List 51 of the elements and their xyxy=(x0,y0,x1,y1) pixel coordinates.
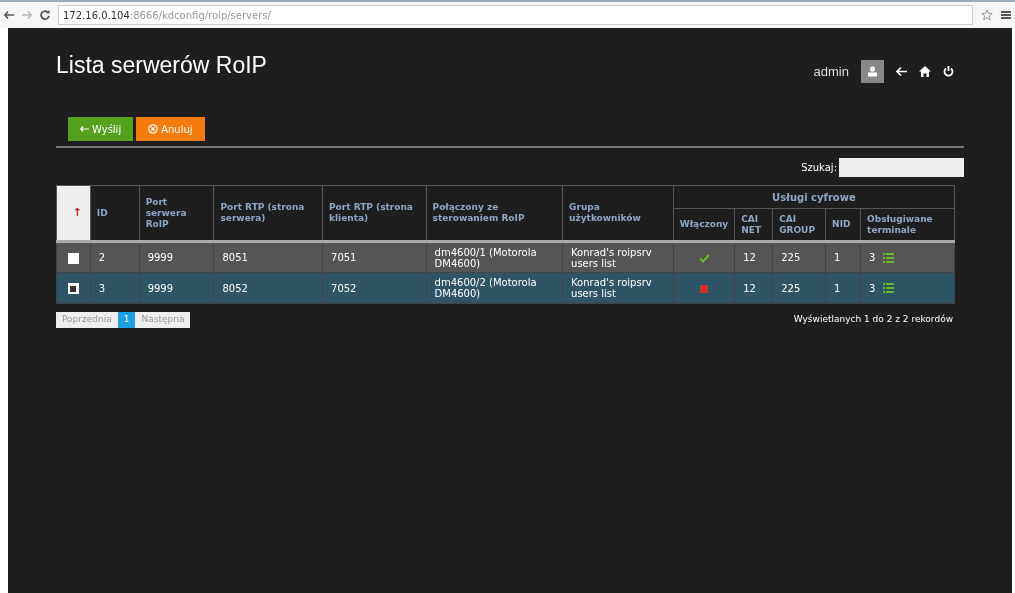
close-circle-icon xyxy=(148,124,159,134)
home-icon[interactable] xyxy=(919,66,931,77)
list-icon[interactable] xyxy=(883,283,895,293)
address-bar[interactable]: 172.16.0.104:8666/kdconfig/roip/servers/ xyxy=(58,5,973,25)
back-arrow-icon[interactable] xyxy=(896,67,907,76)
list-icon[interactable] xyxy=(883,252,895,263)
table-cell: 225 xyxy=(772,272,826,304)
reload-icon[interactable] xyxy=(40,10,50,20)
records-info: Wyświetlanych 1 do 2 z 2 rekordów xyxy=(793,313,953,327)
back-icon[interactable] xyxy=(4,11,14,19)
column-header[interactable]: Port RTP (strona serwera) xyxy=(213,185,323,242)
table-cell: 8052 xyxy=(213,272,323,304)
table-cell: 9999 xyxy=(139,272,214,304)
menu-icon[interactable] xyxy=(1001,10,1011,20)
table-row[interactable]: 3 9999 8052 7052 dm4600/2 (Motorola DM4600) Konrad's roipsrv users list 12 225 1 3 xyxy=(56,272,955,304)
table-cell: 225 xyxy=(772,241,826,273)
user-button[interactable] xyxy=(861,60,884,83)
table-cell: dm4600/2 (Motorola DM4600) xyxy=(426,272,563,304)
table-cell: 12 xyxy=(734,241,773,273)
table-cell: Konrad's roipsrv users list xyxy=(562,272,674,304)
table-cell: Konrad's roipsrv users list xyxy=(562,241,674,273)
table-cell: 8051 xyxy=(213,241,323,273)
table-cell: 9999 xyxy=(139,241,214,273)
row-checkbox[interactable] xyxy=(67,252,79,264)
power-icon[interactable] xyxy=(943,66,954,77)
return-arrow-icon xyxy=(80,126,89,132)
row-checkbox[interactable] xyxy=(67,283,79,294)
table-cell: 12 xyxy=(734,272,773,304)
table-cell: 1 xyxy=(825,241,861,273)
user-name: admin xyxy=(813,62,849,81)
column-header[interactable]: Port RTP (strona klienta) xyxy=(322,185,427,242)
terminal-count: 3 xyxy=(869,251,876,265)
terminal-count: 3 xyxy=(869,281,876,296)
table-cell: 3 xyxy=(90,272,140,304)
column-header[interactable]: ID xyxy=(90,185,140,242)
table-cell: dm4600/1 (Motorola DM4600) xyxy=(426,241,563,273)
column-group-header: Usługi cyfrowe xyxy=(673,185,955,209)
column-header[interactable]: Grupa użytkowników xyxy=(562,185,674,242)
search-label: Szukaj: xyxy=(801,161,837,175)
table-row[interactable]: 2 9999 8051 7051 dm4600/1 (Motorola DM4600) Konrad's roipsrv users list 12 225 1 3 xyxy=(56,241,955,273)
table-cell: 2 xyxy=(90,241,140,273)
user-icon xyxy=(867,66,878,77)
star-icon[interactable] xyxy=(981,9,993,21)
sort-header[interactable]: ↑ xyxy=(56,185,91,242)
column-header[interactable]: Połączony ze sterowaniem RoIP xyxy=(426,185,563,242)
table-cell: 1 xyxy=(825,272,861,304)
table-cell: 7052 xyxy=(322,272,427,304)
table-cell: 7051 xyxy=(322,241,427,273)
search-field[interactable] xyxy=(839,158,964,177)
page-title: Lista serwerów RoIP xyxy=(56,51,267,81)
column-header[interactable]: Port serwera RoIP xyxy=(139,185,214,242)
